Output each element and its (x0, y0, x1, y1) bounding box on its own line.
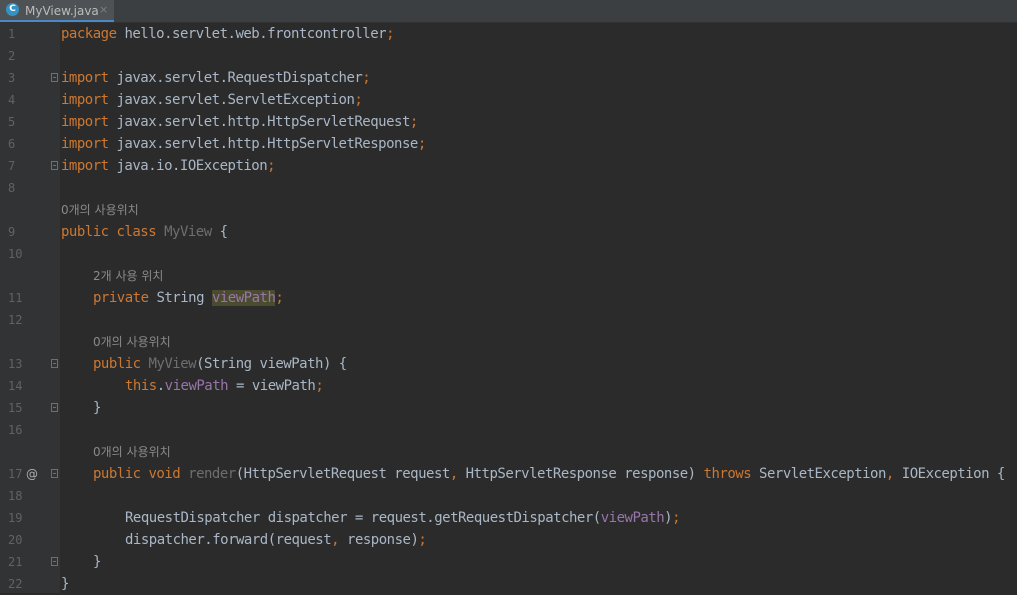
code-text: import java.io.IOException; (61, 158, 276, 174)
line-number: 18 (8, 489, 23, 503)
code-line: 6 import javax.servlet.http.HttpServletR… (0, 133, 1017, 155)
line-number: 4 (8, 93, 16, 107)
fold-marker-icon[interactable] (51, 73, 58, 82)
code-line: 15 } (0, 397, 1017, 419)
usage-hint[interactable]: 0개의 사용위치 (93, 441, 171, 463)
code-line: 22 } (0, 573, 1017, 595)
code-line: 20 dispatcher.forward(request, response)… (0, 529, 1017, 551)
code-line: 11 private String viewPath; (0, 287, 1017, 309)
line-number: 6 (8, 137, 16, 151)
line-number: 5 (8, 115, 16, 129)
line-number: 2 (8, 49, 16, 63)
line-number: 3 (8, 71, 16, 85)
usage-hint[interactable]: 2개 사용 위치 (93, 265, 163, 287)
line-number: 20 (8, 533, 23, 547)
code-text: } (93, 400, 101, 416)
code-line: 14 this.viewPath = viewPath; (0, 375, 1017, 397)
code-editor[interactable]: 1 package hello.servlet.web.frontcontrol… (0, 23, 1017, 593)
line-number: 16 (8, 423, 23, 437)
fold-marker-icon[interactable] (51, 161, 58, 170)
usage-hint-row: 0개의 사용위치 (0, 441, 1017, 463)
code-text: dispatcher.forward(request, response); (125, 532, 427, 548)
line-number: 15 (8, 401, 23, 415)
line-number: 1 (8, 27, 16, 41)
code-line: 21 } (0, 551, 1017, 573)
code-line: 8 (0, 177, 1017, 199)
usage-hint-row: 0개의 사용위치 (0, 199, 1017, 221)
code-line: 16 (0, 419, 1017, 441)
line-number: 13 (8, 357, 23, 371)
line-number: 7 (8, 159, 16, 173)
code-line: 7 import java.io.IOException; (0, 155, 1017, 177)
line-number: 17 (8, 467, 23, 481)
line-number: 8 (8, 181, 16, 195)
code-line: 2 (0, 45, 1017, 67)
java-class-icon: C (6, 3, 19, 16)
code-text: private String viewPath; (93, 290, 284, 306)
code-text: import javax.servlet.ServletException; (61, 92, 363, 108)
code-line: 1 package hello.servlet.web.frontcontrol… (0, 23, 1017, 45)
code-text: RequestDispatcher dispatcher = request.g… (125, 510, 681, 526)
close-icon[interactable]: × (99, 3, 108, 17)
line-number: 9 (8, 225, 16, 239)
usage-hint[interactable]: 0개의 사용위치 (93, 331, 171, 353)
usage-hint-row: 2개 사용 위치 (0, 265, 1017, 287)
code-text: import javax.servlet.http.HttpServletRes… (61, 136, 426, 152)
code-line: 18 (0, 485, 1017, 507)
code-text: public MyView(String viewPath) { (93, 356, 347, 372)
code-line: 13 public MyView(String viewPath) { (0, 353, 1017, 375)
usage-hint-row: 0개의 사용위치 (0, 331, 1017, 353)
code-text: package hello.servlet.web.frontcontrolle… (61, 26, 395, 42)
tab-label: MyView.java (25, 4, 99, 18)
code-line: 17 @ public void render(HttpServletReque… (0, 463, 1017, 485)
code-text: public class MyView { (61, 224, 228, 240)
code-text: } (93, 554, 101, 570)
line-number: 12 (8, 313, 23, 327)
code-line: 3 import javax.servlet.RequestDispatcher… (0, 67, 1017, 89)
code-line: 5 import javax.servlet.http.HttpServletR… (0, 111, 1017, 133)
code-text: this.viewPath = viewPath; (125, 378, 324, 394)
code-text: } (61, 576, 69, 592)
code-line: 10 (0, 243, 1017, 265)
line-number: 21 (8, 555, 23, 569)
code-text: public void render(HttpServletRequest re… (93, 466, 1005, 482)
override-marker-icon[interactable]: @ (26, 463, 38, 485)
code-line: 4 import javax.servlet.ServletException; (0, 89, 1017, 111)
usage-hint[interactable]: 0개의 사용위치 (61, 199, 139, 221)
line-number: 14 (8, 379, 23, 393)
line-number: 10 (8, 247, 23, 261)
code-line: 9 public class MyView { (0, 221, 1017, 243)
fold-marker-icon[interactable] (51, 557, 58, 566)
line-number: 11 (8, 291, 23, 305)
fold-marker-icon[interactable] (51, 403, 58, 412)
code-line: 12 (0, 309, 1017, 331)
code-line: 19 RequestDispatcher dispatcher = reques… (0, 507, 1017, 529)
code-text: import javax.servlet.RequestDispatcher; (61, 70, 371, 86)
fold-marker-icon[interactable] (51, 359, 58, 368)
line-number: 19 (8, 511, 23, 525)
editor-tab-bar: C MyView.java × (0, 0, 1017, 23)
tab-myview-java[interactable]: C MyView.java × (0, 0, 114, 22)
code-text: import javax.servlet.http.HttpServletReq… (61, 114, 418, 130)
line-number: 22 (8, 577, 23, 591)
fold-marker-icon[interactable] (51, 469, 58, 478)
